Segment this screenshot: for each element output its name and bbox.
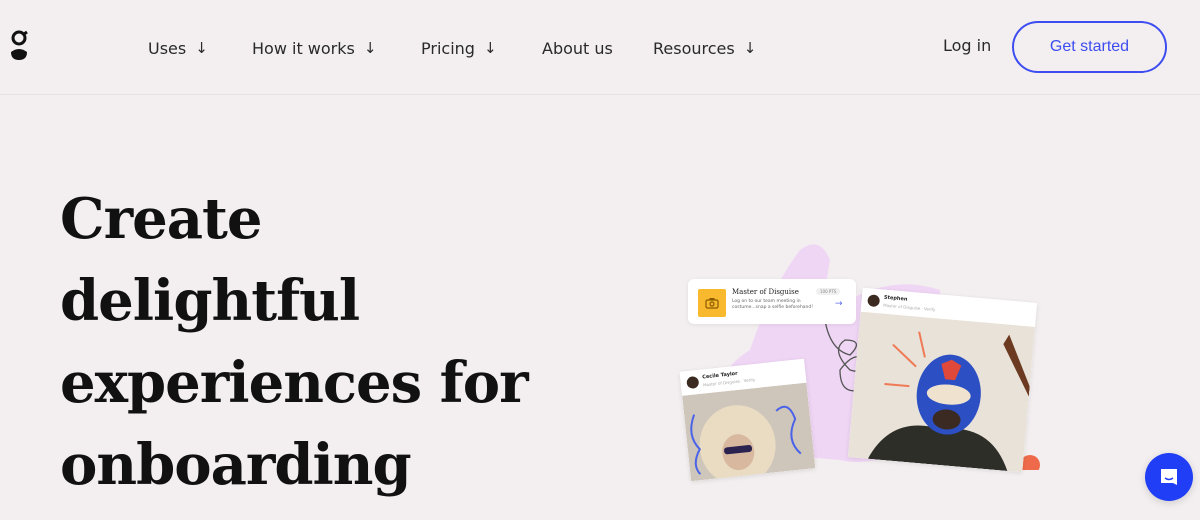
chat-widget-button[interactable]: [1145, 453, 1193, 501]
arrow-down-icon: ↓: [363, 39, 377, 57]
nav-item-label: How it works: [252, 38, 355, 58]
photo-post: Cecile Taylor Master of Disguise · Verif…: [679, 358, 816, 482]
points-badge: 100 PTS: [816, 288, 841, 295]
chat-icon: [1161, 469, 1177, 485]
login-link[interactable]: Log in: [943, 36, 991, 55]
camera-icon: [698, 289, 726, 317]
post-author: Stephen: [883, 294, 908, 303]
task-description: Log on to our team meeting in costume...…: [732, 299, 814, 310]
hero-title-line: Create: [60, 186, 262, 252]
nav-item-label: About us: [542, 38, 613, 58]
task-title: Master of Disguise: [732, 288, 799, 296]
hero-title-line: onboarding: [60, 432, 412, 498]
nav-item-pricing[interactable]: Pricing ↓: [421, 36, 497, 60]
nav-item-label: Resources: [653, 38, 735, 58]
logo-icon[interactable]: [8, 28, 30, 64]
task-card[interactable]: Master of Disguise 100 PTS Log on to our…: [688, 279, 856, 324]
avatar: [686, 375, 700, 390]
hero-title-line: delightful: [60, 268, 360, 334]
arrow-right-icon[interactable]: →: [835, 299, 843, 309]
nav-item-about-us[interactable]: About us: [542, 36, 613, 60]
hero-title-line: experiences for: [60, 350, 529, 416]
nav-item-label: Uses: [148, 38, 187, 58]
mask-photo: [847, 311, 1035, 473]
arrow-down-icon: ↓: [743, 39, 757, 57]
post-subtitle: Master of Disguise · Verify: [883, 302, 936, 313]
photo-post: Stephen Master of Disguise · Verify: [847, 287, 1038, 473]
get-started-button[interactable]: Get started: [1012, 21, 1167, 73]
nav-item-resources[interactable]: Resources ↓: [653, 36, 756, 60]
costume-photo: [682, 382, 816, 482]
arrow-down-icon: ↓: [483, 39, 497, 57]
hero-title: Create delightful experiences for onboar…: [60, 178, 529, 506]
avatar: [867, 294, 881, 308]
nav-item-how-it-works[interactable]: How it works ↓: [252, 36, 376, 60]
arrow-down-icon: ↓: [195, 39, 208, 57]
nav-item-label: Pricing: [421, 38, 475, 58]
site-header: Uses ↓ How it works ↓ Pricing ↓ About us…: [0, 0, 1200, 95]
nav-item-uses[interactable]: Uses ↓: [148, 36, 208, 60]
